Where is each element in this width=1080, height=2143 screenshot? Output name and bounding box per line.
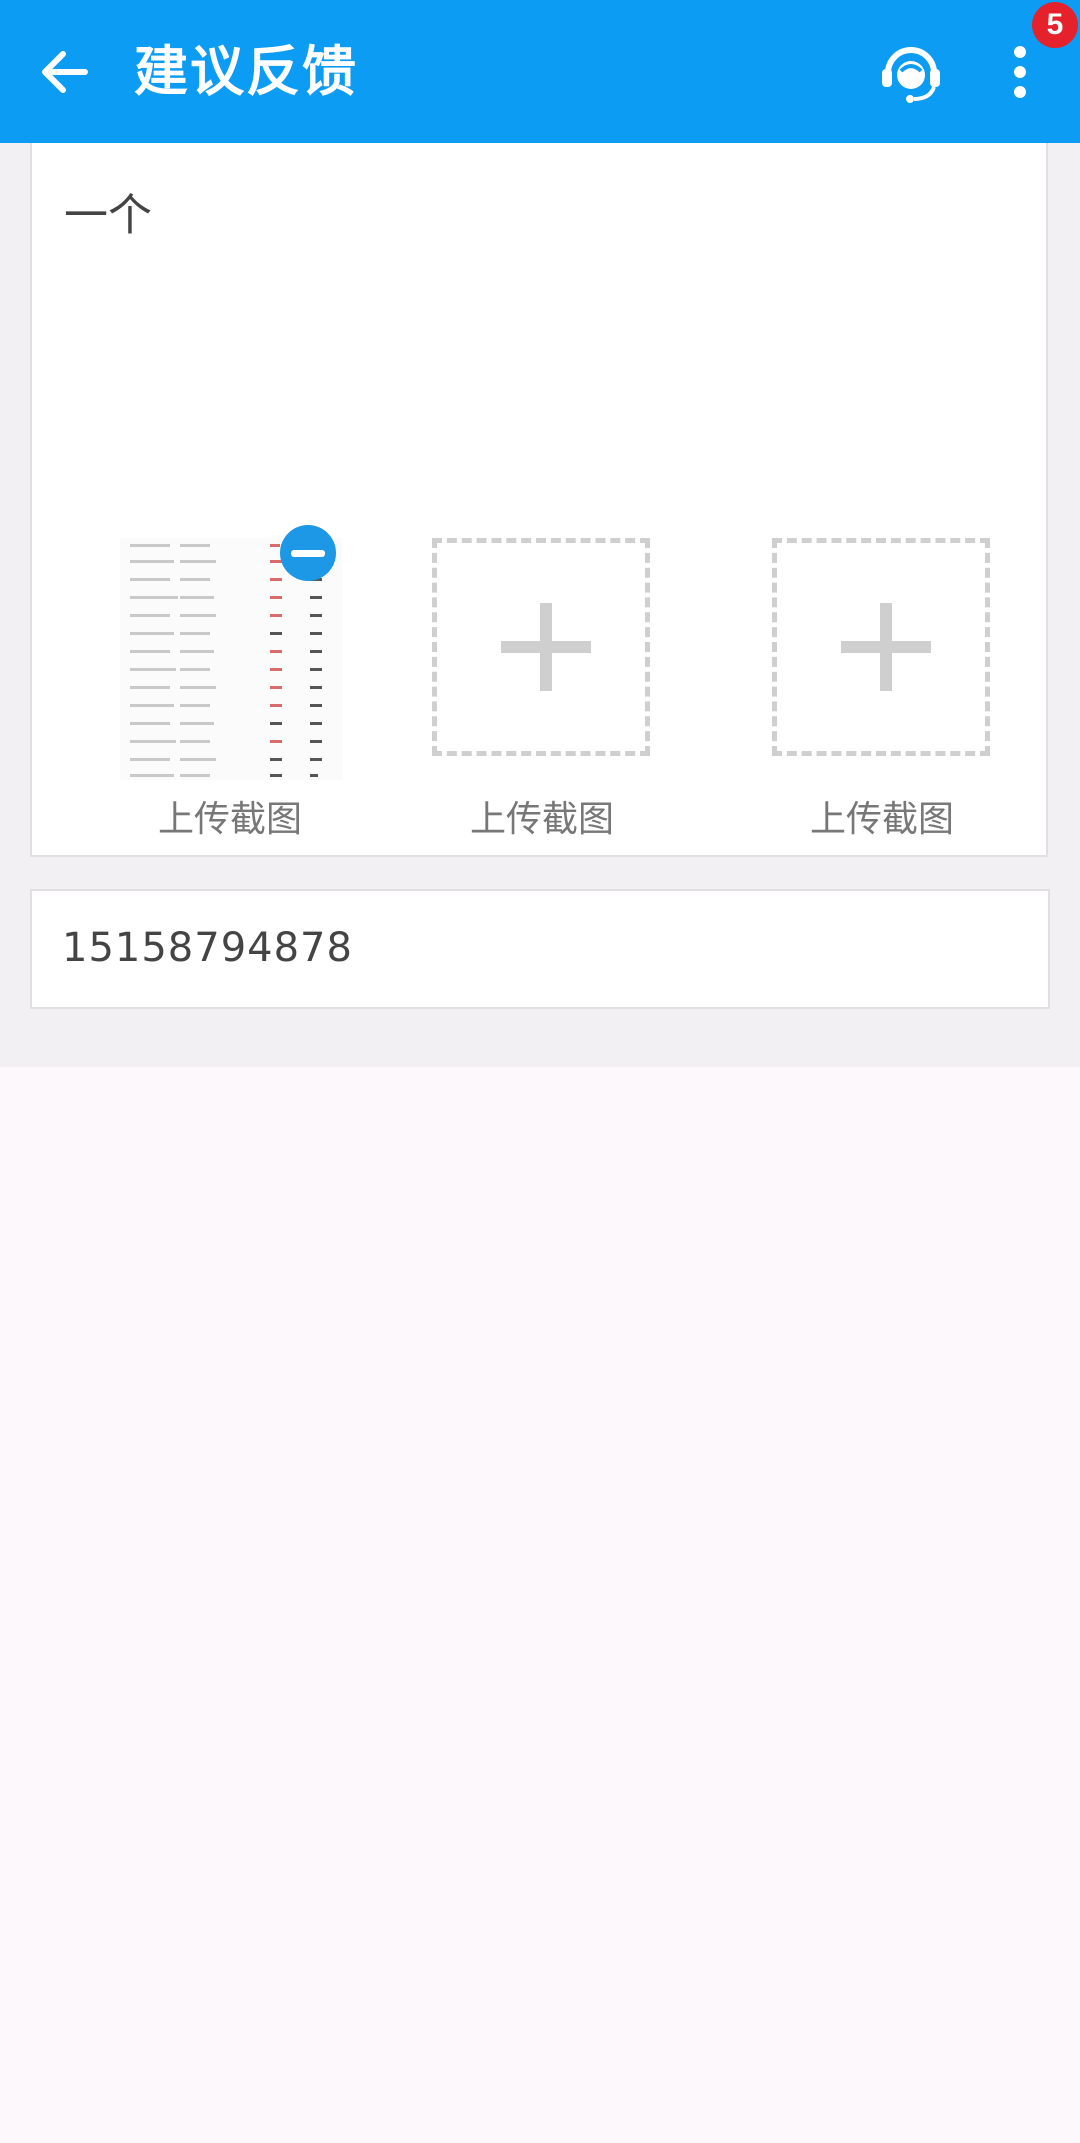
notification-badge: 5 bbox=[1032, 2, 1078, 48]
back-button[interactable] bbox=[28, 35, 102, 109]
upload-screenshot-label: 上传截图 bbox=[157, 799, 302, 840]
customer-service-button[interactable] bbox=[866, 34, 956, 110]
remove-screenshot-button[interactable] bbox=[280, 525, 336, 581]
plus-icon bbox=[501, 603, 591, 691]
contact-phone-input[interactable]: 15158794878 bbox=[62, 925, 353, 971]
more-vertical-icon bbox=[1014, 46, 1026, 98]
upload-screenshot-label: 上传截图 bbox=[809, 799, 954, 840]
contact-card: 15158794878 bbox=[30, 889, 1050, 1009]
arrow-left-icon bbox=[42, 51, 88, 93]
page-title: 建议反馈 bbox=[134, 40, 358, 103]
add-screenshot-button[interactable] bbox=[772, 538, 990, 756]
feedback-text-input[interactable]: 一个 bbox=[64, 179, 152, 243]
upload-screenshot-label: 上传截图 bbox=[469, 799, 614, 840]
feedback-card: 一个 上传截图 上传截图 上传截图 bbox=[30, 143, 1048, 857]
remove-circle-icon bbox=[291, 549, 325, 557]
headset-support-icon bbox=[882, 47, 940, 103]
plus-icon bbox=[841, 603, 931, 691]
add-screenshot-button[interactable] bbox=[432, 538, 650, 756]
app-bar: 建议反馈 5 bbox=[0, 0, 1080, 143]
more-options-button[interactable] bbox=[994, 34, 1046, 110]
